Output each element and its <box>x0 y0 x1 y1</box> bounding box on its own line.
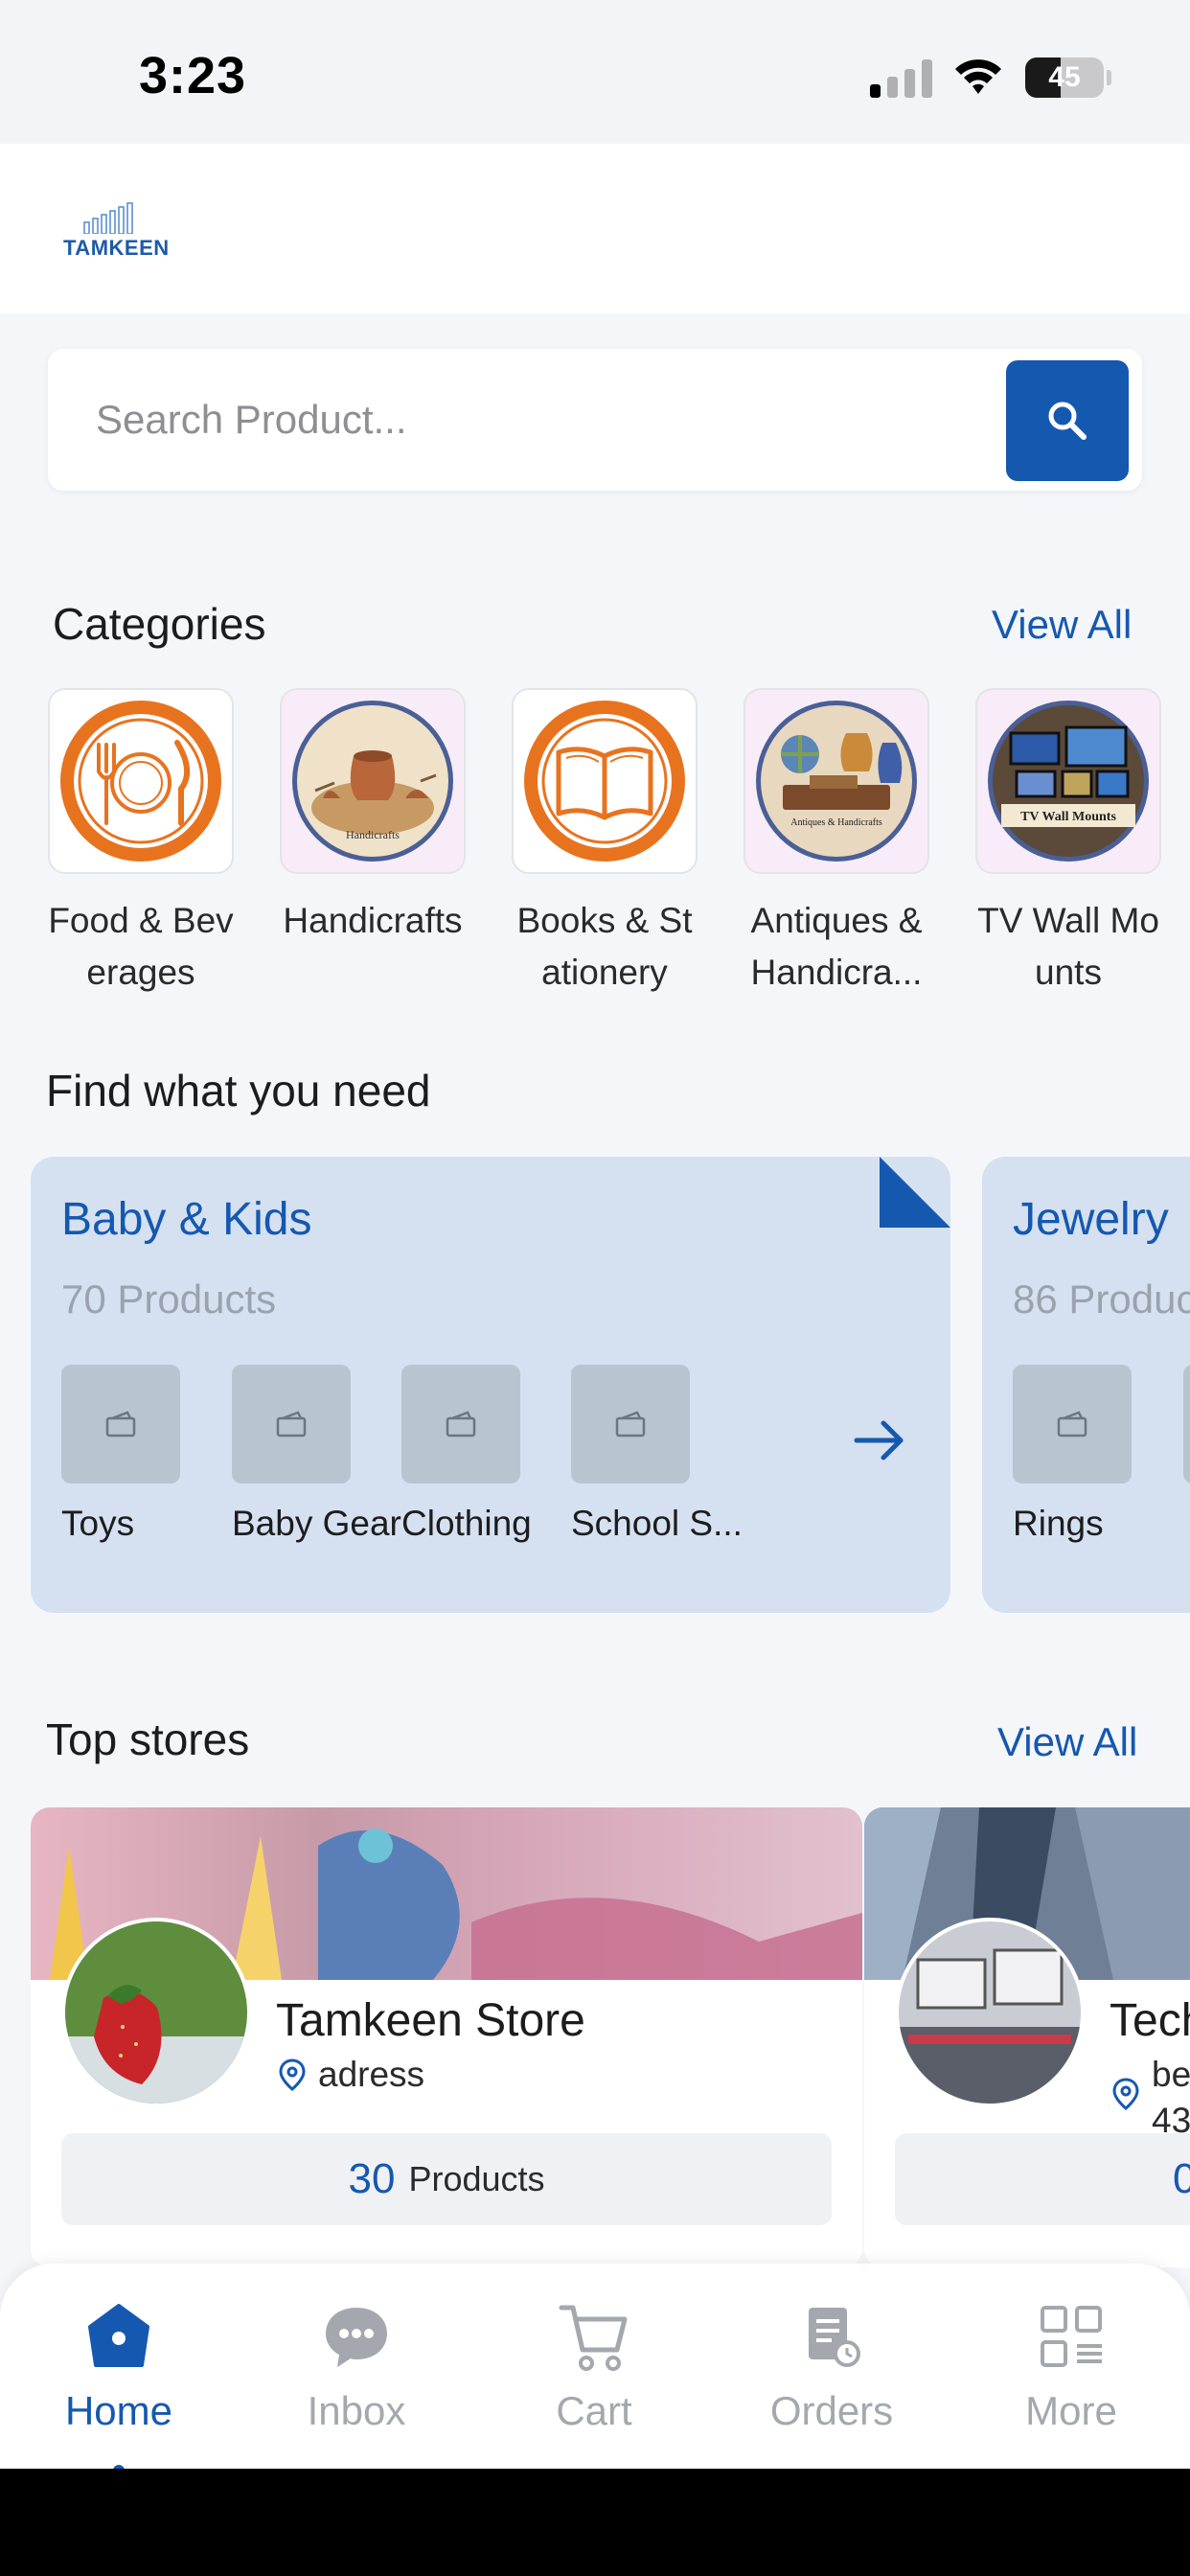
top-stores-title: Top stores <box>46 1714 250 1764</box>
tv-wall-mounts-image: TV Wall Mounts <box>975 688 1161 874</box>
nav-more-label: More <box>1025 2388 1117 2433</box>
store-name: Tech <box>1110 1995 1190 2046</box>
wifi-icon <box>955 59 1001 94</box>
nav-more[interactable]: More <box>975 2298 1167 2434</box>
location-pin-icon <box>279 2058 306 2091</box>
image-placeholder-icon <box>615 1411 646 1438</box>
grid-more-icon <box>1041 2306 1102 2367</box>
category-tv-wall-mounts[interactable]: TV Wall Mounts TV Wall Mounts <box>975 688 1161 999</box>
store-address: adress <box>318 2055 425 2094</box>
store-products-button[interactable]: 0 <box>895 2133 1190 2225</box>
store-card-tech[interactable]: Tech be 43 0 <box>864 1807 1190 2267</box>
image-placeholder-icon <box>276 1411 307 1438</box>
subcategory-thumb-toys[interactable] <box>61 1365 180 1484</box>
location-pin-icon <box>1112 2078 1139 2110</box>
find-card-title: Jewelry <box>1013 1194 1169 1245</box>
status-time: 3:23 <box>139 47 247 104</box>
corner-badge <box>880 1157 950 1228</box>
store-product-label: Products <box>408 2159 545 2198</box>
find-card-count: 86 Products <box>1013 1276 1190 1322</box>
categories-view-all-link[interactable]: View All <box>992 602 1132 648</box>
battery-icon: 45 <box>1025 58 1111 98</box>
nav-cart[interactable]: Cart <box>498 2298 690 2434</box>
app-header <box>0 144 1190 313</box>
nav-cart-label: Cart <box>556 2388 632 2433</box>
find-card-jewelry[interactable]: Jewelry 86 Products Rings <box>982 1157 1190 1613</box>
food-plate-icon <box>48 688 234 874</box>
chat-bubble-icon <box>326 2308 387 2367</box>
find-section-title: Find what you need <box>46 1066 431 1116</box>
image-placeholder-icon <box>1057 1411 1087 1438</box>
category-antiques-handicrafts[interactable]: Antiques & Handicrafts Antiques & Handic… <box>744 688 929 999</box>
subcategory-label[interactable]: Baby Gear <box>232 1504 401 1544</box>
battery-level: 45 <box>1048 61 1081 93</box>
category-label: Food & Beverages <box>48 901 234 992</box>
find-card-count: 70 Products <box>61 1276 277 1322</box>
store-avatar <box>895 1918 1085 2107</box>
category-handicrafts[interactable]: Handicrafts Handicrafts <box>280 688 466 947</box>
subcategory-label[interactable]: Rings <box>1013 1504 1104 1544</box>
tv-wall-mounts-caption: TV Wall Mounts <box>1020 810 1116 824</box>
home-indicator-area <box>0 2469 1190 2576</box>
subcategory-label[interactable]: School S... <box>571 1504 743 1544</box>
top-stores-view-all-link[interactable]: View All <box>997 1719 1137 1765</box>
handicrafts-caption: Handicrafts <box>346 828 400 841</box>
subcategory-thumb-partial[interactable] <box>1183 1365 1190 1484</box>
categories-title: Categories <box>53 599 266 649</box>
subcategory-thumb-school[interactable] <box>571 1365 690 1484</box>
open-book-icon <box>512 688 698 874</box>
subcategory-thumb-baby-gear[interactable] <box>232 1365 351 1484</box>
nav-inbox-label: Inbox <box>307 2388 406 2433</box>
nav-orders[interactable]: Orders <box>736 2298 927 2434</box>
home-icon <box>88 2304 149 2367</box>
search-input[interactable] <box>96 349 996 491</box>
subcategory-label[interactable]: Clothing <box>401 1504 532 1544</box>
store-products-button[interactable]: 30 Products <box>61 2133 832 2225</box>
search-bar <box>48 349 1142 491</box>
arrow-right-icon[interactable] <box>849 1410 910 1471</box>
nav-inbox[interactable]: Inbox <box>261 2298 452 2434</box>
category-books-stationery[interactable]: Books & Stationery <box>512 688 698 999</box>
category-label: Books & Stationery <box>516 901 693 992</box>
cart-icon <box>559 2305 628 2371</box>
antiques-image: Antiques & Handicrafts <box>744 688 929 874</box>
store-card-tamkeen[interactable]: Tamkeen Store adress 30 Products <box>31 1807 862 2267</box>
category-food-beverages[interactable]: Food & Beverages <box>48 688 234 999</box>
nav-home[interactable]: Home <box>23 2298 215 2476</box>
handicrafts-image: Handicrafts <box>280 688 466 874</box>
find-card-title: Baby & Kids <box>61 1194 312 1245</box>
nav-orders-label: Orders <box>769 2388 894 2433</box>
category-label: Antiques & Handicra... <box>750 901 923 992</box>
search-button[interactable] <box>1006 360 1129 481</box>
antiques-caption: Antiques & Handicrafts <box>790 817 882 828</box>
bottom-navigation: Home Inbox Cart Orders More <box>0 2264 1190 2476</box>
category-label: TV Wall Mounts <box>977 901 1159 992</box>
logo-text: TAMKEEN <box>63 236 170 260</box>
store-product-count: 30 <box>348 2155 396 2202</box>
store-name: Tamkeen Store <box>276 1995 585 2046</box>
image-placeholder-icon <box>446 1411 476 1438</box>
tamkeen-logo: TAMKEEN <box>61 197 170 261</box>
store-avatar <box>61 1918 251 2107</box>
orders-icon <box>809 2308 860 2367</box>
subcategory-thumb-rings[interactable] <box>1013 1365 1132 1484</box>
category-label: Handicrafts <box>283 901 463 940</box>
image-placeholder-icon <box>105 1411 136 1438</box>
signal-icon <box>870 58 933 98</box>
search-icon <box>1048 402 1087 440</box>
store-address: be <box>1152 2055 1190 2094</box>
subcategory-label[interactable]: Toys <box>61 1504 134 1544</box>
store-product-count: 0 <box>1173 2155 1190 2202</box>
subcategory-thumb-clothing[interactable] <box>401 1365 520 1484</box>
find-card-baby-kids[interactable]: Baby & Kids 70 Products Toys Baby Gear C… <box>31 1157 950 1613</box>
nav-home-label: Home <box>64 2388 173 2433</box>
